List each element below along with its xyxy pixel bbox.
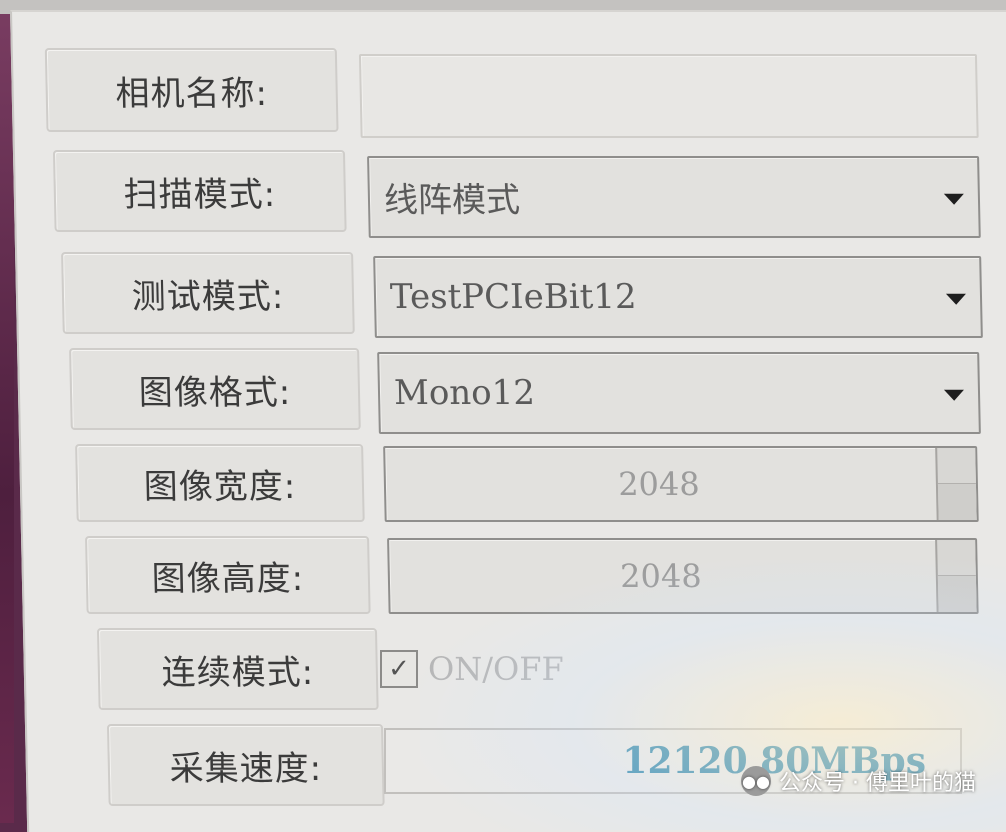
continuous-mode-toggle[interactable]: ✓ ON/OFF [380, 644, 564, 694]
image-height-label: 图像高度: [85, 536, 371, 614]
watermark-text: 公众号 · 傅里叶的猫 [779, 771, 976, 796]
continuous-mode-label-text: 连续模式: [161, 652, 315, 693]
test-mode-select[interactable]: TestPCIeBit12 [373, 256, 983, 338]
chevron-down-icon[interactable] [943, 389, 965, 401]
spin-down-button[interactable] [937, 484, 977, 520]
continuous-mode-checkbox-text: ON/OFF [428, 650, 564, 688]
image-width-label: 图像宽度: [75, 444, 365, 522]
image-format-select[interactable]: Mono12 [377, 352, 981, 434]
test-mode-label-text: 测试模式: [131, 276, 285, 317]
continuous-mode-label: 连续模式: [96, 628, 379, 710]
image-format-value: Mono12 [393, 373, 536, 413]
image-width-value: 2048 [617, 465, 701, 503]
acquisition-speed-label-text: 采集速度: [169, 748, 323, 789]
image-format-label-text: 图像格式: [138, 372, 292, 413]
camera-name-field[interactable] [358, 54, 979, 138]
check-icon: ✓ [388, 654, 410, 684]
chevron-down-icon[interactable] [943, 193, 965, 205]
image-width-label-text: 图像宽度: [143, 466, 297, 507]
scan-mode-label-text: 扫描模式: [123, 174, 277, 215]
camera-settings-panel: 相机名称: 扫描模式: 线阵模式 测试模式: TestPCIeBit12 图像格… [10, 10, 1006, 832]
continuous-mode-checkbox[interactable]: ✓ [380, 650, 418, 688]
scan-mode-select[interactable]: 线阵模式 [367, 156, 981, 238]
wechat-icon: ●● [741, 766, 772, 796]
image-format-label: 图像格式: [69, 348, 361, 430]
image-width-spin-buttons[interactable] [935, 448, 977, 520]
scan-mode-label: 扫描模式: [52, 150, 347, 232]
spin-up-button[interactable] [937, 540, 976, 576]
test-mode-label: 测试模式: [61, 252, 355, 334]
test-mode-value: TestPCIeBit12 [389, 277, 637, 317]
image-width-spinbox[interactable]: 2048 [383, 446, 979, 522]
image-height-value: 2048 [619, 557, 702, 595]
scan-mode-value: 线阵模式 [383, 180, 521, 221]
watermark: ●● 公众号 · 傅里叶的猫 [741, 765, 976, 797]
chevron-down-icon[interactable] [945, 293, 967, 305]
spin-up-button[interactable] [937, 448, 976, 484]
image-height-label-text: 图像高度: [151, 558, 305, 599]
camera-name-label-text: 相机名称: [115, 73, 269, 114]
camera-name-label: 相机名称: [44, 48, 339, 132]
image-height-spin-buttons[interactable] [935, 540, 977, 612]
acquisition-speed-label: 采集速度: [106, 724, 385, 806]
spin-down-button[interactable] [937, 576, 977, 612]
image-height-spinbox[interactable]: 2048 [387, 538, 979, 614]
